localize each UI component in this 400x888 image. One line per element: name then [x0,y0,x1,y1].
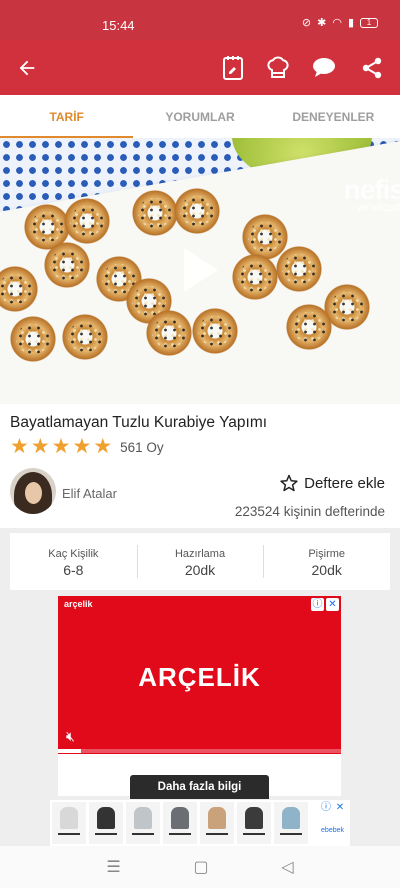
add-to-notebook-button[interactable]: Deftere ekle [280,474,385,492]
cookie [170,188,224,234]
star-icon: ★ [72,435,92,458]
wifi-icon: ◠ [332,17,342,29]
cookie [40,242,94,288]
star-icon: ★ [30,435,50,458]
avatar-face [25,482,42,504]
stat-prep: Hazırlama 20dk [136,533,264,590]
banner-controls: ⓘ ✕ [320,802,346,814]
video-ad: arçelik ⓘ ✕ ARÇELİK 🔇︎ Daha fazla bilgi [58,596,341,799]
star-icon: ★ [10,435,29,458]
add-to-notebook-label: Deftere ekle [304,474,385,492]
stroller-image [274,802,308,844]
cookie [60,198,114,244]
ad-info-icon[interactable]: ⓘ [320,802,332,814]
app-bar [0,40,400,95]
ad-video[interactable]: arçelik ⓘ ✕ ARÇELİK 🔇︎ [58,596,341,754]
stat-label: Hazırlama [174,548,226,560]
shopping-list-icon[interactable] [218,53,248,83]
recipe-video-thumbnail[interactable]: nefis yemektarifle [0,138,400,404]
ad-close-icon[interactable]: ✕ [326,598,339,611]
stroller-image [237,802,271,844]
tab-tried[interactable]: DENEYENLER [267,95,400,138]
signal-icon: ▮ [347,17,354,29]
stroller-image [52,802,86,844]
author-name[interactable]: Elif Atalar [62,486,117,501]
play-icon[interactable] [184,248,218,292]
ad-progress-bar [58,749,341,753]
stroller-image [89,802,123,844]
mute-icon[interactable]: 🔇︎ [66,728,75,745]
cookie [6,316,60,362]
share-icon[interactable] [357,53,387,83]
battery-icon: 1 [360,17,378,28]
ad-small-logo: arçelik [64,599,93,609]
stat-value: 20dk [311,562,342,578]
stroller-image [126,802,160,844]
tab-bar: TARİF YORUMLAR DENEYENLER [0,95,400,138]
vote-count: 561 Oy [120,439,164,455]
recipe-stats: Kaç Kişilik 6-8 Hazırlama 20dk Pişirme 2… [10,533,390,590]
ad-progress-fill [58,749,81,753]
notebook-count: 223524 kişinin defterinde [234,504,385,519]
star-icon: ★ [93,435,113,458]
avatar[interactable] [10,468,56,514]
status-icons: ⊘ ✱ ◠ ▮ 1 [302,16,378,29]
home-icon[interactable]: ▢ [193,857,208,877]
watermark-text: nefis [343,174,400,205]
star-outline-icon [280,474,298,492]
back-icon[interactable]: ◁ [281,857,293,877]
recipe-title: Bayatlamayan Tuzlu Kurabiye Yapımı [10,414,268,431]
status-time: 15:44 [102,18,135,33]
tab-recipe[interactable]: TARİF [0,95,134,138]
menu-icon[interactable]: ☰ [106,857,120,877]
system-nav-bar: ☰ ▢ ◁ [0,846,400,888]
comment-icon[interactable] [309,53,339,83]
mute-icon: ⊘ [301,17,312,29]
cookie [58,314,112,360]
chef-hat-icon[interactable] [263,53,293,83]
banner-brand: ebebek [321,827,344,834]
recipe-info: Bayatlamayan Tuzlu Kurabiye Yapımı ★ ★ ★… [0,404,400,528]
stat-label: Pişirme [308,548,346,560]
stat-servings: Kaç Kişilik 6-8 [10,533,137,590]
ad-info-icon[interactable]: ⓘ [311,598,324,611]
stroller-image [200,802,234,844]
ad-controls: ⓘ ✕ [311,598,339,611]
watermark-logo: nefis yemektarifle [344,174,400,214]
status-bar: 15:44 ⊘ ✱ ◠ ▮ 1 [0,0,400,40]
ad-learn-more-button[interactable]: Daha fazla bilgi [130,775,269,799]
cookie [188,308,242,354]
stat-value: 20dk [184,562,216,578]
tab-comments[interactable]: YORUMLAR [133,95,266,138]
star-icon: ★ [51,435,71,458]
stat-cook: Pişirme 20dk [263,533,390,590]
stat-label: Kaç Kişilik [48,548,99,560]
cookie [272,246,326,292]
stroller-image [163,802,197,844]
ad-close-icon[interactable]: ✕ [334,802,346,814]
back-arrow-icon[interactable] [12,53,42,83]
rating[interactable]: ★ ★ ★ ★ ★ 561 Oy [10,436,164,458]
stat-value: 6-8 [63,562,84,578]
cookie [282,304,336,350]
ad-brand: ARÇELİK [138,662,261,692]
bluetooth-icon: ✱ [317,17,327,29]
banner-ad[interactable]: ⓘ ✕ ebebek [50,800,350,846]
